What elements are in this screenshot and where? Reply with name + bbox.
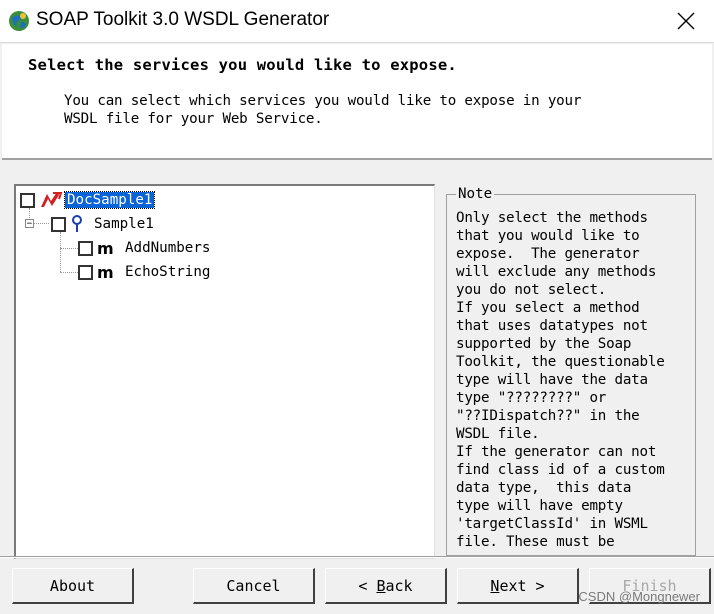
back-button[interactable]: < Back [325, 568, 447, 604]
wizard-header: Select the services you would like to ex… [2, 44, 712, 160]
addnumbers-checkbox[interactable] [78, 240, 93, 256]
method-icon: m [97, 238, 114, 258]
addnumbers-label: AddNumbers [125, 240, 211, 256]
interface-icon [72, 215, 82, 232]
about-button[interactable]: About [12, 568, 134, 604]
tree-connector [33, 223, 49, 224]
next-accelerator: N [490, 576, 500, 595]
tree-item-sample1[interactable]: Sample1 [51, 213, 156, 235]
tree-connector [60, 232, 61, 272]
tree-connector [60, 272, 80, 273]
echostring-label: EchoString [125, 264, 211, 280]
back-accelerator: B [376, 576, 386, 595]
tree-item-addnumbers[interactable]: m AddNumbers [78, 237, 212, 259]
watermark: CSDN @Mongnewer [578, 589, 700, 604]
description-line-2: WSDL file for your Web Service. [64, 111, 323, 127]
title-bar: SOAP Toolkit 3.0 WSDL Generator [0, 0, 714, 43]
back-prefix: < [358, 576, 377, 595]
window-title: SOAP Toolkit 3.0 WSDL Generator [36, 9, 330, 30]
echostring-checkbox[interactable] [78, 264, 93, 280]
tree-item-docsample1[interactable]: DocSample1 [20, 189, 156, 211]
services-tree[interactable]: DocSample1 − Sample1 m AddNumbers m Echo… [14, 184, 435, 559]
sample1-checkbox[interactable] [51, 216, 66, 232]
component-icon [41, 192, 63, 207]
next-button[interactable]: Next > [457, 568, 579, 604]
description-line-1: You can select which services you would … [64, 93, 582, 109]
globe-app-icon [9, 11, 29, 31]
back-label: ack [385, 576, 413, 595]
note-groupbox: Only select the methods that you would l… [446, 194, 696, 556]
page-title: Select the services you would like to ex… [28, 56, 457, 74]
cancel-button[interactable]: Cancel [193, 568, 315, 604]
docsample1-label: DocSample1 [63, 191, 156, 209]
note-legend: Note [456, 186, 495, 202]
method-icon: m [97, 262, 114, 282]
next-label: ext > [499, 576, 545, 595]
note-text: Only select the methods that you would l… [456, 210, 665, 550]
docsample1-checkbox[interactable] [20, 192, 35, 208]
close-button[interactable] [668, 6, 704, 36]
page-description: You can select which services you would … [64, 92, 581, 128]
collapse-toggle[interactable]: − [25, 219, 34, 229]
button-separator [0, 556, 714, 558]
tree-item-echostring[interactable]: m EchoString [78, 261, 212, 283]
sample1-label: Sample1 [94, 216, 154, 232]
close-icon [677, 12, 695, 30]
tree-connector [60, 248, 80, 249]
